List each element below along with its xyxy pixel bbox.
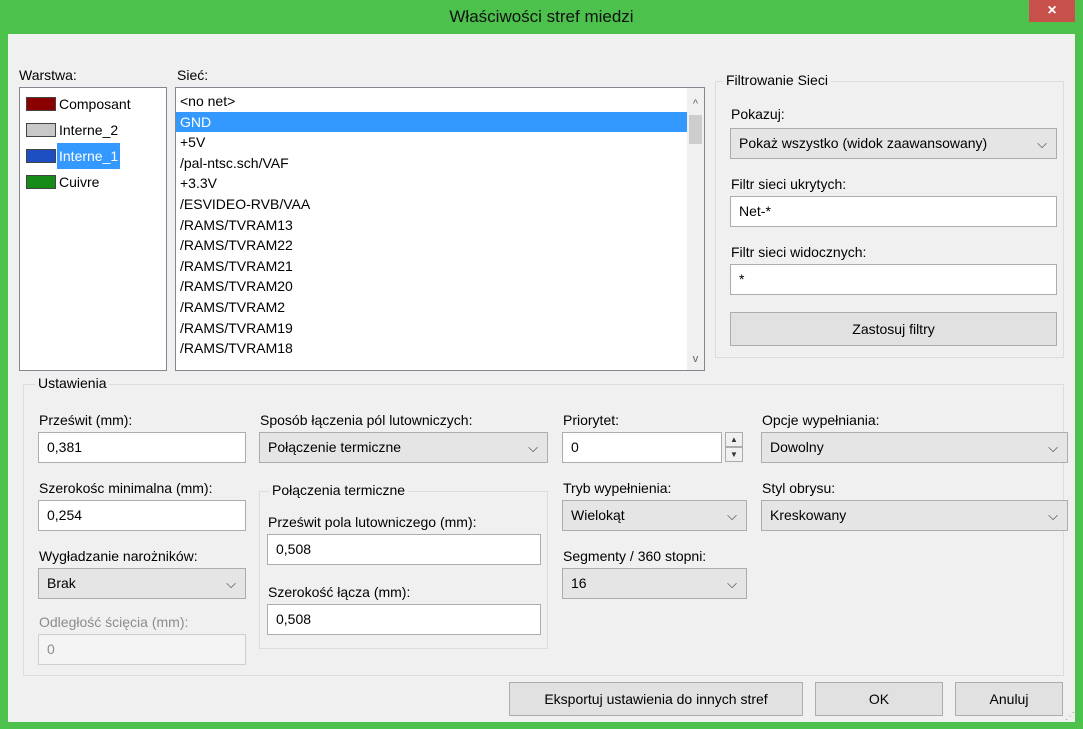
priority-spinner[interactable]: ▲ ▼	[725, 432, 743, 463]
layer-item-label: Cuivre	[59, 174, 100, 190]
priority-label: Priorytet:	[563, 412, 620, 428]
layer-label: Warstwa:	[19, 67, 77, 83]
scroll-down-icon[interactable]: v	[687, 351, 704, 368]
apply-filters-button[interactable]: Zastosuj filtry	[730, 312, 1057, 346]
segments-value: 16	[571, 575, 587, 591]
net-list-item[interactable]: /RAMS/TVRAM2	[176, 297, 687, 318]
filter-group-title: Filtrowanie Sieci	[723, 72, 831, 88]
chevron-down-icon: ⌵	[1048, 440, 1058, 455]
spin-down-icon[interactable]: ▼	[725, 447, 743, 462]
thermal-group-title: Połączenia termiczne	[269, 482, 409, 498]
net-list-item[interactable]: /RAMS/TVRAM22	[176, 235, 687, 256]
layer-item-label: Interne_2	[59, 122, 119, 138]
dialog-window: Właściwości stref miedzi × Warstwa: Comp…	[0, 0, 1083, 729]
layer-color-swatch	[26, 97, 56, 111]
spin-up-icon[interactable]: ▲	[725, 432, 743, 447]
chevron-down-icon: ⌵	[1048, 508, 1058, 523]
fill-options-select[interactable]: Dowolny ⌵	[761, 432, 1068, 463]
hidden-filter-input[interactable]: Net-*	[730, 196, 1057, 227]
show-label: Pokazuj:	[731, 106, 785, 122]
net-list-item[interactable]: /RAMS/TVRAM19	[176, 318, 687, 339]
fill-mode-select[interactable]: Wielokąt ⌵	[562, 500, 747, 531]
net-list-item[interactable]: /RAMS/TVRAM18	[176, 338, 687, 359]
net-list-item[interactable]: /RAMS/TVRAM13	[176, 215, 687, 236]
spoke-width-label: Szerokość łącza (mm):	[268, 584, 411, 600]
clearance-input[interactable]: 0,381	[38, 432, 246, 463]
outline-style-value: Kreskowany	[770, 507, 847, 523]
corner-smoothing-label: Wygładzanie narożników:	[39, 548, 198, 564]
corner-smoothing-select[interactable]: Brak ⌵	[38, 568, 246, 599]
chevron-down-icon: ⌵	[1037, 136, 1047, 151]
net-items: <no net> GND +5V/pal-ntsc.sch/VAF +3.3V/ESV…	[176, 91, 687, 359]
min-width-label: Szerokośc minimalna (mm):	[39, 480, 213, 496]
cancel-button[interactable]: Anuluj	[955, 682, 1063, 716]
chamfer-distance-label: Odległość ścięcia (mm):	[39, 614, 189, 630]
layer-item-label: Interne_1	[57, 143, 121, 169]
dialog-title: Właściwości stref miedzi	[449, 7, 634, 26]
clearance-label: Prześwit (mm):	[39, 412, 133, 428]
spoke-width-input[interactable]: 0,508	[267, 604, 541, 635]
fill-options-label: Opcje wypełniania:	[762, 412, 880, 428]
close-button[interactable]: ×	[1029, 0, 1075, 22]
fill-options-value: Dowolny	[770, 439, 824, 455]
ok-button[interactable]: OK	[815, 682, 943, 716]
pad-connection-label: Sposób łączenia pól lutowniczych:	[260, 412, 473, 428]
net-list[interactable]: <no net> GND +5V/pal-ntsc.sch/VAF +3.3V/ESV…	[175, 87, 705, 371]
chevron-down-icon: ⌵	[727, 508, 737, 523]
scrollbar-thumb[interactable]	[689, 115, 702, 144]
layer-item-label: Composant	[59, 96, 131, 112]
layer-color-swatch	[26, 123, 56, 137]
net-list-scrollbar[interactable]: ^ v	[687, 88, 704, 370]
chevron-down-icon: ⌵	[727, 576, 737, 591]
outline-style-select[interactable]: Kreskowany ⌵	[761, 500, 1068, 531]
show-select-value: Pokaż wszystko (widok zaawansowany)	[739, 135, 988, 151]
layer-item[interactable]: Interne_1	[20, 143, 166, 169]
net-label: Sieć:	[177, 67, 209, 83]
net-list-item[interactable]: <no net>	[176, 91, 687, 112]
fill-mode-label: Tryb wypełnienia:	[563, 480, 672, 496]
title-bar[interactable]: Właściwości stref miedzi ×	[0, 0, 1083, 34]
net-list-item[interactable]: +3.3V	[176, 173, 687, 194]
chevron-down-icon: ⌵	[226, 576, 236, 591]
net-list-item[interactable]: /ESVIDEO-RVB/VAA	[176, 194, 687, 215]
export-settings-button[interactable]: Eksportuj ustawienia do innych stref	[509, 682, 803, 716]
show-select[interactable]: Pokaż wszystko (widok zaawansowany) ⌵	[730, 128, 1057, 159]
resize-grip-icon[interactable]: ⋰	[1065, 711, 1075, 722]
corner-smoothing-value: Brak	[47, 575, 76, 591]
min-width-input[interactable]: 0,254	[38, 500, 246, 531]
dialog-client-area: Warstwa: Composant Interne_2 Interne_1 Cuiv…	[8, 34, 1075, 722]
settings-group-title: Ustawienia	[35, 375, 110, 391]
pad-connection-select[interactable]: Połączenie termiczne ⌵	[259, 432, 548, 463]
chamfer-distance-input: 0	[38, 634, 246, 665]
thermal-clearance-label: Prześwit pola lutowniczego (mm):	[268, 514, 477, 530]
fill-mode-value: Wielokąt	[571, 507, 625, 523]
net-list-item[interactable]: /RAMS/TVRAM21	[176, 256, 687, 277]
layer-item[interactable]: Interne_2	[20, 117, 166, 143]
layer-color-swatch	[26, 175, 56, 189]
outline-style-label: Styl obrysu:	[762, 480, 836, 496]
segments-select[interactable]: 16 ⌵	[562, 568, 747, 599]
segments-label: Segmenty / 360 stopni:	[563, 548, 707, 564]
thermal-clearance-input[interactable]: 0,508	[267, 534, 541, 565]
layer-color-swatch	[26, 149, 56, 163]
scroll-up-icon[interactable]: ^	[687, 96, 704, 113]
net-list-item[interactable]: /RAMS/TVRAM20	[176, 276, 687, 297]
visible-filter-label: Filtr sieci widocznych:	[731, 244, 867, 260]
net-list-item[interactable]: /pal-ntsc.sch/VAF	[176, 153, 687, 174]
net-list-item[interactable]: GND	[176, 111, 687, 133]
chevron-down-icon: ⌵	[528, 440, 538, 455]
layer-list[interactable]: Composant Interne_2 Interne_1 Cuivre	[19, 87, 167, 371]
priority-input[interactable]: 0	[562, 432, 722, 463]
hidden-filter-label: Filtr sieci ukrytych:	[731, 176, 847, 192]
layer-item[interactable]: Composant	[20, 91, 166, 117]
net-list-item[interactable]: +5V	[176, 132, 687, 153]
pad-connection-value: Połączenie termiczne	[268, 439, 402, 455]
layer-item[interactable]: Cuivre	[20, 169, 166, 195]
visible-filter-input[interactable]: *	[730, 264, 1057, 295]
